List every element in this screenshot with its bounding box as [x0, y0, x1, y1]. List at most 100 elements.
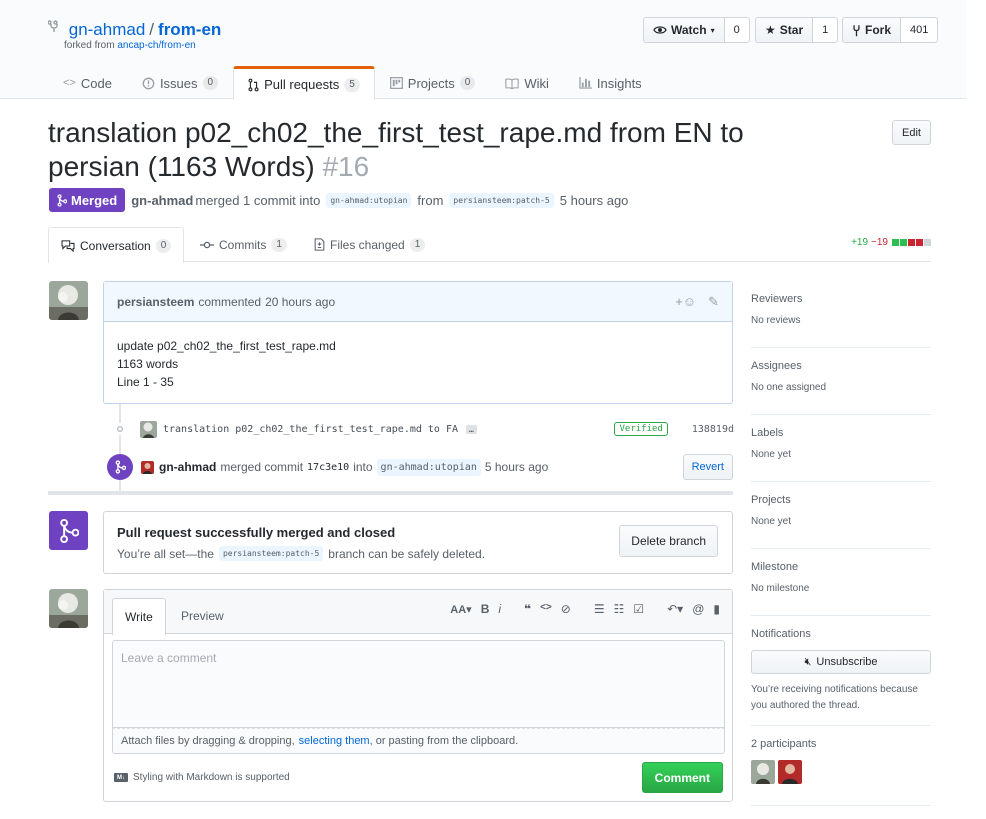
commit-sha-link[interactable]: 138819d [692, 424, 734, 435]
merge-actor-avatar[interactable] [141, 460, 154, 474]
sidebar-value: None yet [751, 449, 792, 460]
fork-count[interactable]: 401 [901, 17, 939, 43]
markdown-note-text: Styling with Markdown is supported [133, 772, 290, 783]
bold-icon[interactable]: B [481, 602, 490, 616]
nav-insights[interactable]: Insights [564, 66, 657, 99]
select-files-link[interactable]: selecting them [299, 735, 370, 747]
nav-wiki-label: Wiki [524, 75, 549, 91]
comment-composer: Write Preview AA▾ B i ❝ <> ⊘ ☰ ☷ ☑ ↶▾ @ … [103, 589, 733, 802]
commit-dot-icon [114, 423, 126, 435]
graph-icon [579, 77, 592, 89]
merge-event-text: merged commit [220, 460, 304, 474]
commit-expand-button[interactable]: … [466, 424, 477, 434]
nav-projects-label: Projects [407, 75, 455, 91]
diffstat-block [908, 239, 915, 246]
pencil-icon[interactable]: ✎ [708, 294, 719, 310]
markdown-note[interactable]: M↓ Styling with Markdown is supported [114, 772, 290, 783]
italic-icon[interactable]: i [498, 602, 501, 616]
sidebar-labels[interactable]: Labels None yet [751, 415, 931, 482]
mention-icon[interactable]: @ [692, 602, 704, 616]
watch-button[interactable]: Watch ▾ [643, 17, 725, 43]
bookmark-icon[interactable]: ▮ [713, 602, 720, 616]
repo-name-link[interactable]: from-en [158, 20, 221, 39]
pr-author-link[interactable]: gn-ahmad [131, 193, 193, 208]
tab-conversation[interactable]: Conversation 0 [48, 227, 185, 263]
nav-projects-count: 0 [459, 76, 476, 90]
diffstat-block [916, 239, 923, 246]
merge-into-text: into [353, 460, 373, 474]
watch-count[interactable]: 0 [724, 17, 750, 43]
tab-conversation-label: Conversation [80, 238, 151, 253]
caret-down-icon: ▾ [710, 25, 715, 35]
file-diff-icon [314, 238, 325, 251]
merge-event-time[interactable]: 5 hours ago [485, 460, 548, 474]
sidebar-heading: Reviewers [751, 293, 803, 305]
sidebar-assignees[interactable]: Assignees No one assigned [751, 348, 931, 415]
star-count[interactable]: 1 [813, 17, 839, 43]
sidebar-heading: Assignees [751, 360, 802, 372]
sidebar-value: None yet [751, 516, 792, 527]
link-icon[interactable]: ⊘ [561, 602, 571, 616]
tab-write[interactable]: Write [112, 598, 166, 635]
pr-from-text: from [417, 192, 444, 208]
task-list-icon[interactable]: ☑ [633, 602, 644, 616]
pr-meta: Merged gn-ahmad merged 1 commit into gn-… [49, 188, 628, 212]
tab-files-changed[interactable]: Files changed 1 [302, 227, 437, 262]
nav-projects[interactable]: Projects 0 [375, 66, 491, 99]
tab-preview[interactable]: Preview [169, 598, 236, 634]
participant-avatar[interactable] [751, 760, 775, 784]
pr-action-text: merged 1 commit into [195, 192, 321, 208]
nav-wiki[interactable]: Wiki [490, 66, 564, 99]
repo-owner-link[interactable]: gn-ahmad [69, 20, 146, 39]
merged-box: Pull request successfully merged and clo… [103, 511, 733, 574]
nav-code[interactable]: <> Code [48, 66, 127, 99]
sidebar-milestone[interactable]: Milestone No milestone [751, 549, 931, 616]
comment-time[interactable]: 20 hours ago [265, 295, 335, 309]
sidebar-heading: Notifications [751, 628, 811, 640]
nav-pull-requests[interactable]: Pull requests 5 [233, 66, 375, 100]
merge-sha-link[interactable]: 17c3e10 [307, 462, 349, 473]
edit-title-button[interactable]: Edit [892, 120, 931, 145]
watch-group: Watch ▾ 0 [643, 17, 750, 43]
comment-line: 1163 words [117, 357, 179, 371]
comment-submit-button[interactable]: Comment [641, 762, 723, 793]
nav-issues[interactable]: Issues 0 [127, 66, 233, 99]
commit-author-avatar[interactable] [140, 420, 157, 438]
verified-badge[interactable]: Verified [614, 422, 668, 436]
unordered-list-icon[interactable]: ☰ [594, 602, 605, 616]
revert-button[interactable]: Revert [682, 454, 733, 480]
fork-icon [853, 24, 860, 36]
commit-message-link[interactable]: translation p02_ch02_the_first_test_rape… [163, 424, 458, 435]
comment-textarea[interactable]: Leave a comment [112, 640, 725, 728]
toolbar-group: ↶▾ @ ▮ [667, 602, 720, 616]
watch-label: Watch [671, 23, 707, 37]
sidebar-heading: Projects [751, 494, 791, 506]
code-icon[interactable]: <> [540, 602, 552, 616]
repo-nav: <> Code Issues 0 Pull requests 5 Project… [48, 66, 657, 100]
quote-icon[interactable]: ❝ [524, 602, 531, 616]
tab-commits[interactable]: Commits 1 [188, 227, 299, 262]
diffstat: +19 −19 [851, 237, 931, 248]
sidebar-projects[interactable]: Projects None yet [751, 482, 931, 549]
comment-verb: commented [198, 294, 262, 309]
ordered-list-icon[interactable]: ☷ [614, 602, 625, 616]
text-size-icon[interactable]: AA▾ [450, 603, 471, 616]
avatar[interactable] [49, 281, 88, 320]
pr-number: #16 [322, 151, 370, 182]
base-ref: gn-ahmad:utopian [326, 192, 412, 208]
delete-branch-button[interactable]: Delete branch [619, 525, 718, 557]
merge-actor-link[interactable]: gn-ahmad [159, 460, 216, 474]
forked-source-link[interactable]: ancap-ch/from-en [117, 40, 195, 51]
toolbar-group: ❝ <> ⊘ [524, 602, 571, 616]
attach-files-hint[interactable]: Attach files by dragging & dropping, sel… [112, 728, 725, 754]
comment-actions: +☺ ✎ [675, 294, 719, 310]
reply-icon[interactable]: ↶▾ [667, 602, 683, 616]
add-reaction-icon[interactable]: +☺ [675, 294, 696, 309]
sidebar-reviewers[interactable]: Reviewers No reviews [751, 281, 931, 348]
unsubscribe-button[interactable]: 🔇︎ Unsubscribe [751, 650, 931, 674]
comment-author-link[interactable]: persiansteem [117, 295, 194, 309]
participant-avatar[interactable] [778, 760, 802, 784]
fork-button[interactable]: Fork [842, 17, 902, 43]
avatar[interactable] [49, 589, 88, 628]
star-button[interactable]: ★ Star [755, 17, 814, 43]
